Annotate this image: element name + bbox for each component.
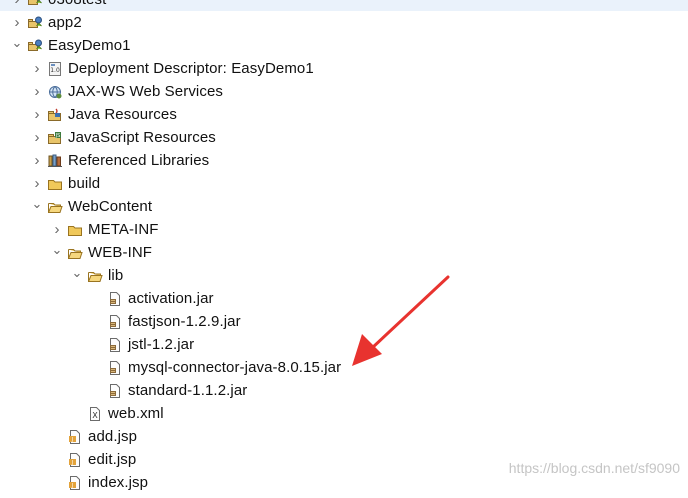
chevron-down-icon[interactable]: ⌄ <box>50 241 64 264</box>
xml-file-icon: X <box>87 406 103 422</box>
tree-item-label: META-INF <box>88 221 159 238</box>
chevron-right-icon[interactable]: › <box>30 172 44 195</box>
project-explorer-tree: ›0308test›app2⌄EasyDemo1›1.0Deployment D… <box>0 0 688 494</box>
jar-file-icon <box>107 383 123 399</box>
tree-item-label: index.jsp <box>88 474 149 491</box>
jsp-file-icon: J <box>67 475 83 491</box>
tree-item-referenced-libraries[interactable]: › Referenced Libraries <box>0 149 688 172</box>
tree-item-0308test[interactable]: › 0308test <box>0 0 688 11</box>
tree-item-activation-jar[interactable]: activation.jar <box>0 287 688 310</box>
jsp-file-icon: J <box>67 429 83 445</box>
tree-item-label: standard-1.1.2.jar <box>128 382 248 399</box>
java-resources-icon <box>47 107 63 123</box>
tree-item-label: activation.jar <box>128 290 214 307</box>
tree-item-build[interactable]: › build <box>0 172 688 195</box>
tree-item-label: build <box>68 175 101 192</box>
jar-file-icon <box>107 314 123 330</box>
folder-open-icon <box>67 245 83 261</box>
tree-item-label: WEB-INF <box>88 244 153 261</box>
svg-text:J: J <box>71 460 73 466</box>
chevron-right-icon[interactable]: › <box>10 0 24 11</box>
tree-item-label: JAX-WS Web Services <box>68 83 223 100</box>
tree-item-label: web.xml <box>108 405 164 422</box>
svg-text:JS: JS <box>55 133 61 139</box>
svg-text:J: J <box>71 483 73 489</box>
tree-item-label: 0308test <box>48 0 106 11</box>
project-icon <box>27 0 43 8</box>
tree-item-label: EasyDemo1 <box>48 37 131 54</box>
tree-item-web-xml[interactable]: Xweb.xml <box>0 402 688 425</box>
chevron-right-icon[interactable]: › <box>50 218 64 241</box>
chevron-right-icon[interactable]: › <box>30 126 44 149</box>
tree-item-label: mysql-connector-java-8.0.15.jar <box>128 359 342 376</box>
svg-text:X: X <box>92 411 98 420</box>
tree-item-jstl-1-2-jar[interactable]: jstl-1.2.jar <box>0 333 688 356</box>
folder-open-icon <box>47 199 63 215</box>
tree-item-label: app2 <box>48 14 82 31</box>
tree-item-java-resources[interactable]: › Java Resources <box>0 103 688 126</box>
tree-item-label: Referenced Libraries <box>68 152 210 169</box>
tree-item-app2[interactable]: › app2 <box>0 11 688 34</box>
library-icon <box>47 153 63 169</box>
jar-file-icon <box>107 360 123 376</box>
tree-item-fastjson-1-2-9-jar[interactable]: fastjson-1.2.9.jar <box>0 310 688 333</box>
tree-item-meta-inf[interactable]: › META-INF <box>0 218 688 241</box>
project-icon <box>27 38 43 54</box>
jar-file-icon <box>107 337 123 353</box>
tree-item-javascript-resources[interactable]: › JS JavaScript Resources <box>0 126 688 149</box>
tree-item-add-jsp[interactable]: Jadd.jsp <box>0 425 688 448</box>
tree-item-label: Java Resources <box>68 106 177 123</box>
tree-item-web-inf[interactable]: ⌄ WEB-INF <box>0 241 688 264</box>
chevron-right-icon[interactable]: › <box>30 57 44 80</box>
jsp-file-icon: J <box>67 452 83 468</box>
tree-item-webcontent[interactable]: ⌄ WebContent <box>0 195 688 218</box>
tree-item-label: add.jsp <box>88 428 138 445</box>
chevron-right-icon[interactable]: › <box>30 149 44 172</box>
svg-text:J: J <box>71 437 73 443</box>
chevron-right-icon[interactable]: › <box>30 80 44 103</box>
svg-text:1.0: 1.0 <box>50 67 60 74</box>
deployment-descriptor-icon: 1.0 <box>47 61 63 77</box>
tree-item-label: WebContent <box>68 198 153 215</box>
chevron-down-icon[interactable]: ⌄ <box>70 264 84 287</box>
javascript-resources-icon: JS <box>47 130 63 146</box>
tree-item-label: Deployment Descriptor: EasyDemo1 <box>68 60 314 77</box>
project-icon <box>27 15 43 31</box>
watermark-text: https://blog.csdn.net/sf9090 <box>508 460 680 476</box>
folder-open-icon <box>87 268 103 284</box>
tree-item-label: fastjson-1.2.9.jar <box>128 313 241 330</box>
chevron-right-icon[interactable]: › <box>10 11 24 34</box>
tree-item-jax-ws-web-services[interactable]: › JAX-WS Web Services <box>0 80 688 103</box>
web-services-icon <box>47 84 63 100</box>
chevron-right-icon[interactable]: › <box>30 103 44 126</box>
tree-item-label: jstl-1.2.jar <box>128 336 195 353</box>
tree-item-deployment-descriptor-easydemo1[interactable]: › 1.0 Deployment Descriptor: EasyDemo1 <box>0 57 688 80</box>
jar-file-icon <box>107 291 123 307</box>
tree-item-standard-1-1-2-jar[interactable]: standard-1.1.2.jar <box>0 379 688 402</box>
tree-item-label: lib <box>108 267 124 284</box>
chevron-down-icon[interactable]: ⌄ <box>10 34 24 57</box>
tree-item-label: edit.jsp <box>88 451 137 468</box>
folder-icon <box>47 176 63 192</box>
tree-item-easydemo1[interactable]: ⌄ EasyDemo1 <box>0 34 688 57</box>
tree-item-mysql-connector-java-8-0-15-jar[interactable]: mysql-connector-java-8.0.15.jar <box>0 356 688 379</box>
chevron-down-icon[interactable]: ⌄ <box>30 195 44 218</box>
folder-icon <box>67 222 83 238</box>
tree-item-lib[interactable]: ⌄ lib <box>0 264 688 287</box>
tree-item-label: JavaScript Resources <box>68 129 216 146</box>
